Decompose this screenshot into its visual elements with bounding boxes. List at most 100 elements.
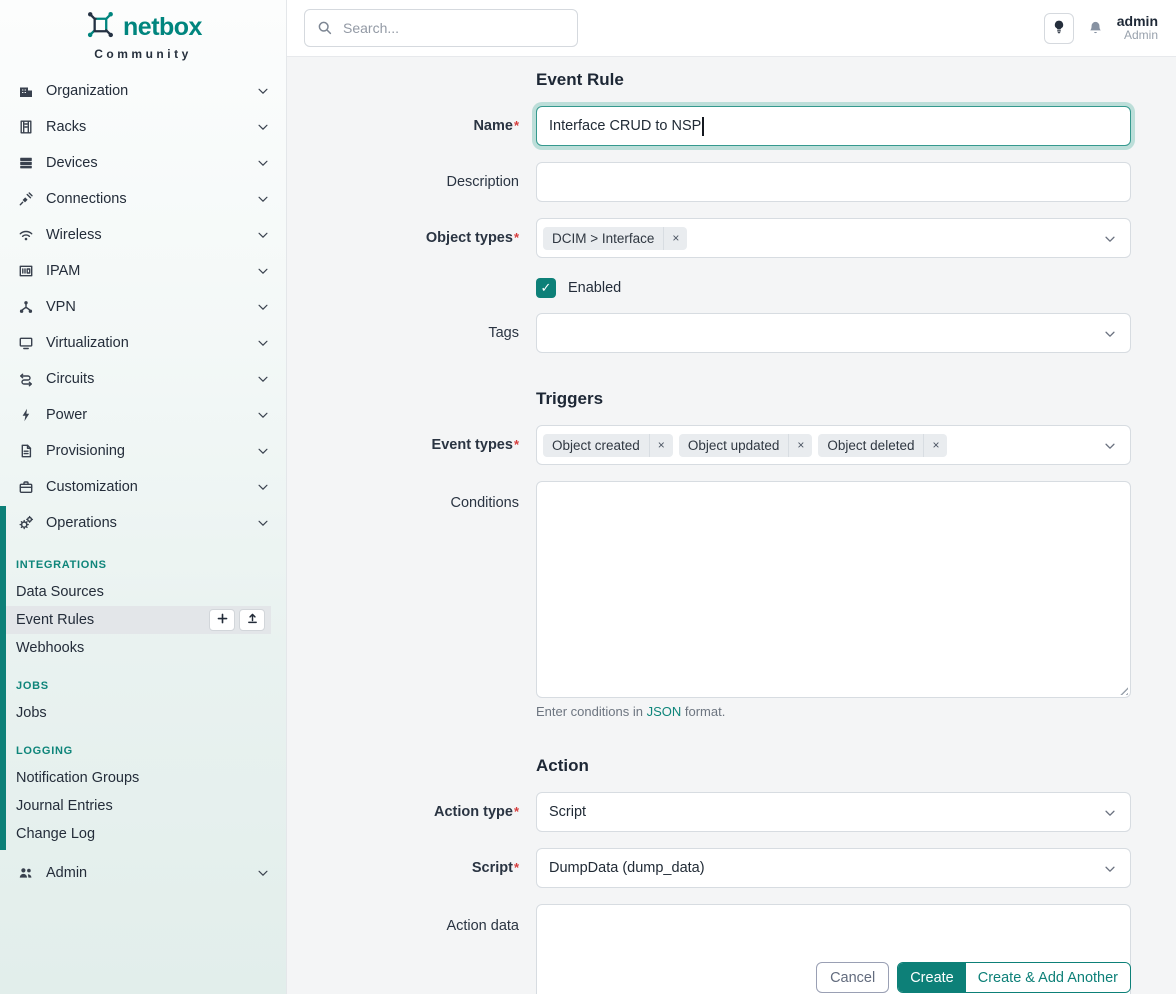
import-button[interactable] (239, 609, 265, 631)
create-button[interactable]: Create (898, 963, 966, 992)
sidebar-item-power[interactable]: Power (0, 397, 286, 433)
sidebar-item-wireless[interactable]: Wireless (0, 217, 286, 253)
script-label: Script (287, 848, 519, 878)
object-types-select[interactable]: DCIM > Interface (536, 218, 1131, 258)
name-input[interactable]: Interface CRUD to NSP (536, 106, 1131, 146)
main-content: Event Rule Name Interface CRUD to NSP De… (287, 57, 1176, 994)
chevron-down-icon (256, 480, 270, 494)
sidebar-item-customization[interactable]: Customization (0, 469, 286, 505)
brand-subtitle: Community (94, 47, 192, 61)
wireless-icon (17, 227, 34, 243)
name-label: Name (287, 106, 519, 136)
form-actions: Cancel Create Create & Add Another (816, 962, 1131, 993)
enabled-checkbox[interactable] (536, 278, 556, 298)
sidebar-item-data-sources[interactable]: Data Sources (0, 578, 286, 606)
chevron-down-icon (1103, 862, 1117, 880)
enabled-row: Enabled (287, 274, 1176, 298)
sidebar-item-provisioning[interactable]: Provisioning (0, 433, 286, 469)
virtualization-icon (17, 335, 34, 351)
description-input[interactable] (536, 162, 1131, 202)
chevron-down-icon (256, 516, 270, 530)
operations-icon (17, 515, 34, 531)
sidebar-item-webhooks[interactable]: Webhooks (0, 634, 286, 662)
sidebar-menus: Organization Racks Devices Connections W… (0, 61, 286, 541)
remove-chip-icon[interactable] (788, 434, 812, 457)
sidebar-item-admin[interactable]: Admin (0, 855, 286, 891)
upload-icon (246, 612, 259, 628)
action-type-select[interactable]: Script (536, 792, 1131, 832)
remove-chip-icon[interactable] (923, 434, 947, 457)
user-menu[interactable]: admin Admin (1117, 13, 1158, 43)
customization-icon (17, 479, 34, 495)
sidebar-item-event-rules[interactable]: Event Rules (0, 606, 271, 634)
sidebar-item-jobs[interactable]: Jobs (0, 699, 286, 727)
chevron-down-icon (1103, 232, 1117, 250)
chevron-down-icon (256, 300, 270, 314)
conditions-row: Conditions (287, 481, 1176, 698)
sidebar-item-virtualization[interactable]: Virtualization (0, 325, 286, 361)
action-data-label: Action data (287, 904, 519, 936)
object-types-label: Object types (287, 218, 519, 248)
organization-icon (17, 83, 34, 99)
search-input[interactable] (304, 9, 578, 47)
chevron-down-icon (256, 156, 270, 170)
triggers-title: Triggers (536, 389, 1176, 409)
script-select[interactable]: DumpData (dump_data) (536, 848, 1131, 888)
script-row: Script DumpData (dump_data) (287, 848, 1176, 888)
name-row: Name Interface CRUD to NSP (287, 106, 1176, 146)
remove-chip-icon[interactable] (663, 227, 687, 250)
tags-select[interactable] (536, 313, 1131, 353)
create-add-another-button[interactable]: Create & Add Another (966, 963, 1130, 992)
section-heading-logging: LOGGING (0, 742, 286, 760)
remove-chip-icon[interactable] (649, 434, 673, 457)
tags-label: Tags (287, 313, 519, 343)
provisioning-icon (17, 443, 34, 459)
json-format-link[interactable]: JSON (647, 704, 682, 719)
search-icon (317, 20, 333, 41)
action-type-label: Action type (287, 792, 519, 822)
enabled-label: Enabled (568, 280, 621, 296)
sidebar-item-notification-groups[interactable]: Notification Groups (0, 764, 286, 792)
power-icon (17, 407, 34, 423)
cancel-button[interactable]: Cancel (816, 962, 889, 993)
sidebar-item-vpn[interactable]: VPN (0, 289, 286, 325)
notifications-bell-icon[interactable] (1087, 20, 1104, 37)
conditions-textarea[interactable] (536, 481, 1131, 698)
theme-toggle-button[interactable] (1044, 13, 1074, 44)
sidebar-item-circuits[interactable]: Circuits (0, 361, 286, 397)
sidebar-item-journal-entries[interactable]: Journal Entries (0, 792, 286, 820)
sidebar-item-change-log[interactable]: Change Log (0, 820, 286, 848)
conditions-help: Enter conditions in JSON format. (536, 704, 725, 719)
object-types-row: Object types DCIM > Interface (287, 218, 1176, 258)
add-button[interactable] (209, 609, 235, 631)
form-title: Event Rule (536, 70, 1176, 90)
event-types-row: Event types Object created Object update… (287, 425, 1176, 465)
admin-icon (17, 865, 34, 881)
chevron-down-icon (256, 228, 270, 242)
event-type-chip: Object created (543, 434, 673, 457)
object-type-chip: DCIM > Interface (543, 227, 687, 250)
sidebar: netbox Community Organization Racks Devi… (0, 0, 287, 994)
chevron-down-icon (1103, 327, 1117, 345)
lightbulb-icon (1051, 19, 1067, 38)
circuits-icon (17, 371, 34, 387)
sidebar-item-racks[interactable]: Racks (0, 109, 286, 145)
chevron-down-icon (256, 408, 270, 422)
description-row: Description (287, 162, 1176, 202)
chevron-down-icon (256, 336, 270, 350)
chevron-down-icon (256, 192, 270, 206)
sidebar-item-ipam[interactable]: IPAM (0, 253, 286, 289)
user-name: admin (1117, 13, 1158, 29)
active-section-stripe (0, 506, 6, 850)
sidebar-item-devices[interactable]: Devices (0, 145, 286, 181)
sidebar-item-connections[interactable]: Connections (0, 181, 286, 217)
resize-grip[interactable] (1117, 684, 1128, 695)
sidebar-item-organization[interactable]: Organization (0, 73, 286, 109)
chevron-down-icon (256, 120, 270, 134)
user-role: Admin (1117, 29, 1158, 43)
chevron-down-icon (256, 84, 270, 98)
brand[interactable]: netbox Community (0, 0, 286, 61)
topbar: admin Admin (287, 0, 1176, 57)
sidebar-item-operations[interactable]: Operations (0, 505, 286, 541)
event-types-select[interactable]: Object created Object updated Object del… (536, 425, 1131, 465)
